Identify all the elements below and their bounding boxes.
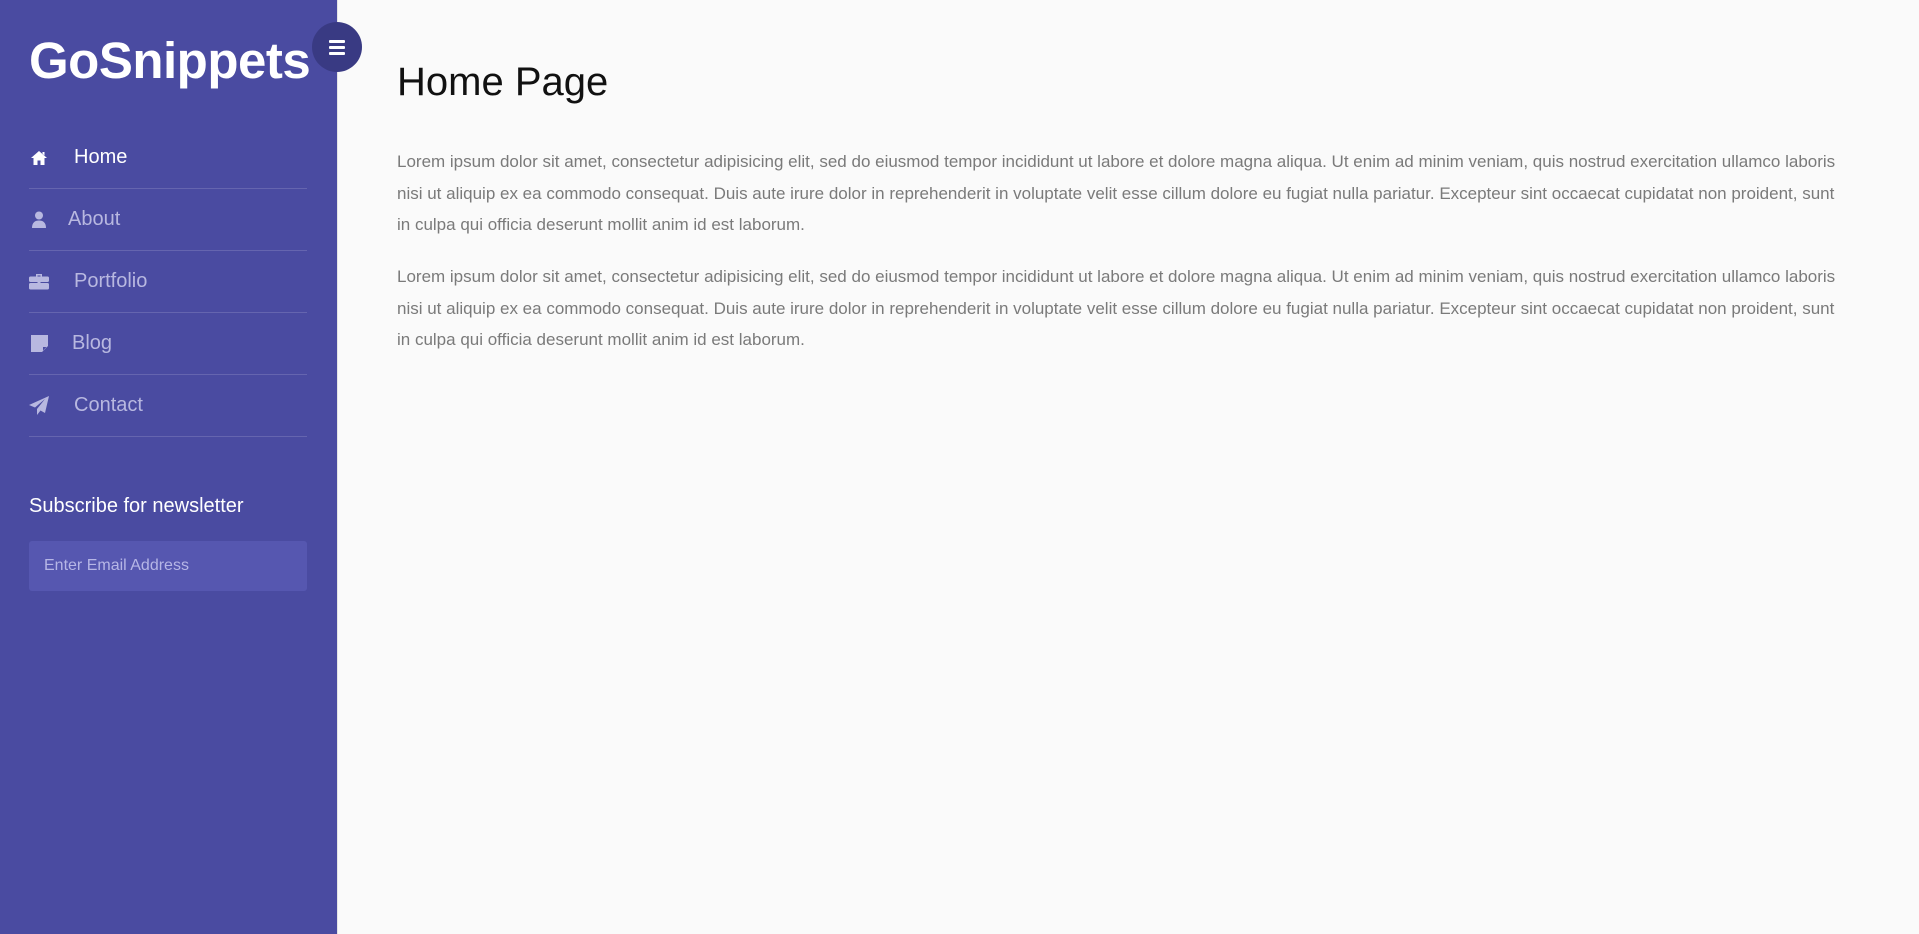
body-paragraph: Lorem ipsum dolor sit amet, consectetur … [397, 152, 1836, 234]
brand-logo[interactable]: GoSnippets [29, 30, 311, 91]
sidebar-item-label: Portfolio [74, 270, 148, 292]
sidebar-toggle-button[interactable] [312, 22, 362, 72]
page-title: Home Page [397, 60, 609, 104]
sidebar-item-contact[interactable]: Contact [29, 375, 307, 437]
email-field[interactable] [29, 541, 307, 591]
sidebar-item-label: Blog [72, 332, 113, 354]
briefcase-icon [29, 272, 49, 292]
user-icon [29, 210, 49, 230]
sidebar-nav: Home About Portfolio Blog Contact [29, 127, 307, 437]
menu-icon [329, 39, 345, 55]
sidebar-item-about[interactable]: About [29, 189, 307, 251]
sidebar: GoSnippets Home About Portfolio Blog Con… [0, 0, 337, 934]
sidebar-item-label: About [68, 208, 121, 230]
sidebar-item-label: Contact [74, 394, 143, 416]
body-paragraph: Lorem ipsum dolor sit amet, consectetur … [397, 267, 1836, 349]
sidebar-item-home[interactable]: Home [29, 127, 307, 189]
sidebar-item-blog[interactable]: Blog [29, 313, 307, 375]
sidebar-item-portfolio[interactable]: Portfolio [29, 251, 307, 313]
sticky-note-icon [29, 334, 49, 354]
newsletter-title: Subscribe for newsletter [29, 495, 244, 517]
main-content: Home Page Lorem ipsum dolor sit amet, co… [337, 0, 1919, 934]
paper-plane-icon [29, 395, 49, 416]
sidebar-item-label: Home [74, 146, 128, 168]
home-icon [29, 148, 49, 168]
